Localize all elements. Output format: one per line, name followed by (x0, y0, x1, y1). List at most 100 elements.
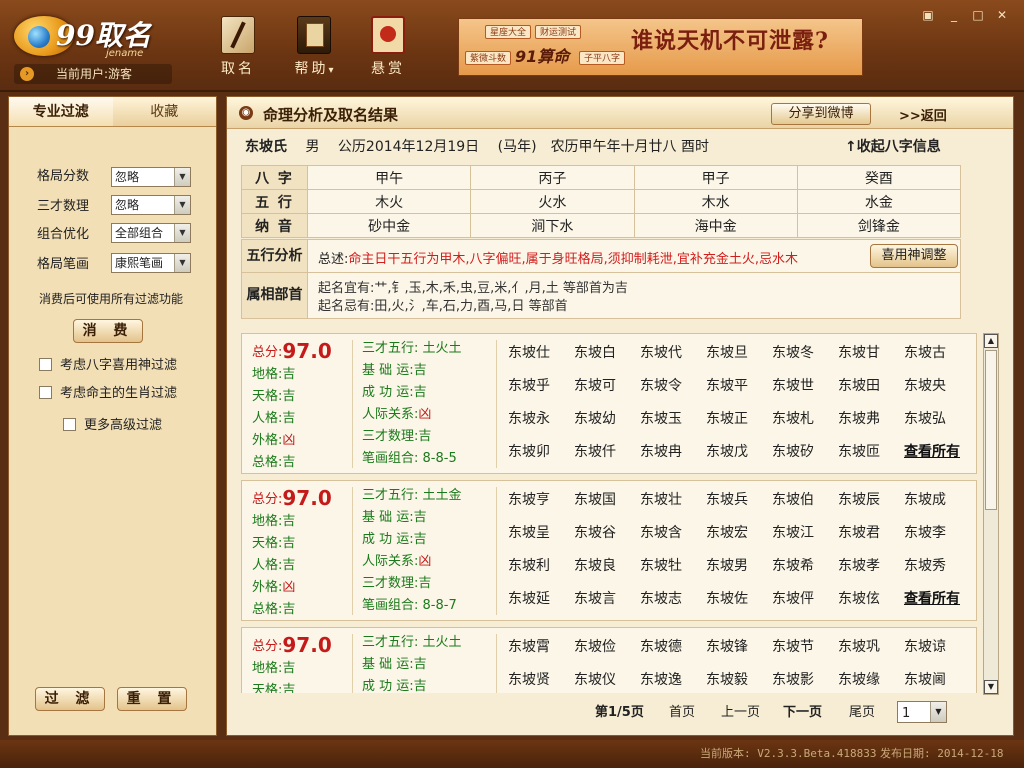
name-candidate[interactable]: 东坡锋 (706, 636, 772, 658)
minimize-icon[interactable]: _ (946, 8, 962, 22)
back-button[interactable]: >>返回 (899, 105, 947, 124)
name-candidate[interactable]: 东坡兵 (706, 489, 772, 511)
name-candidate[interactable]: 东坡霄 (508, 636, 574, 658)
name-candidate[interactable]: 东坡佐 (706, 588, 772, 610)
name-candidate[interactable]: 东坡良 (574, 555, 640, 577)
ad-banner[interactable]: 星座大全 财运测试 紫微斗数 91算命 子平八字 谁说天机不可泄露? (458, 18, 863, 76)
name-candidate[interactable]: 东坡缘 (838, 669, 904, 691)
name-candidate[interactable]: 东坡卯 (508, 441, 574, 463)
name-candidate[interactable]: 东坡令 (640, 375, 706, 397)
score-select[interactable]: 忽略 ▼ (111, 167, 191, 187)
maximize-icon[interactable]: □ (970, 8, 986, 22)
zodiac-filter-checkbox[interactable]: 考虑命主的生肖过滤 (39, 385, 177, 403)
name-candidate[interactable]: 东坡巩 (838, 636, 904, 658)
name-candidate[interactable]: 东坡正 (706, 408, 772, 430)
scrollbar[interactable]: ▲ ▼ (983, 333, 999, 695)
next-page-button[interactable]: 下一页 (783, 703, 822, 723)
name-candidate[interactable]: 东坡戊 (706, 441, 772, 463)
name-candidate[interactable]: 东坡志 (640, 588, 706, 610)
chevron-down-icon[interactable]: ▼ (174, 196, 190, 214)
name-candidate[interactable]: 东坡札 (772, 408, 838, 430)
name-candidate[interactable]: 东坡宏 (706, 522, 772, 544)
share-weibo-button[interactable]: 分享到微博 (771, 103, 871, 125)
advanced-filter-checkbox[interactable]: 更多高级过滤 (63, 417, 162, 435)
name-candidate[interactable]: 东坡江 (772, 522, 838, 544)
page-select[interactable]: 1 ▼ (897, 701, 947, 723)
tab-pro-filter[interactable]: 专业过滤 (9, 97, 113, 126)
name-candidate[interactable]: 东坡冬 (772, 342, 838, 364)
name-candidate[interactable]: 东坡含 (640, 522, 706, 544)
name-candidate[interactable]: 东坡玉 (640, 408, 706, 430)
name-candidate[interactable]: 东坡辰 (838, 489, 904, 511)
last-page-button[interactable]: 尾页 (849, 703, 875, 723)
name-candidate[interactable]: 东坡孝 (838, 555, 904, 577)
chevron-down-icon[interactable]: ▼ (930, 702, 946, 722)
filter-button[interactable]: 过 滤 (35, 687, 105, 711)
name-candidate[interactable]: 东坡俭 (574, 636, 640, 658)
name-candidate[interactable]: 东坡仕 (508, 342, 574, 364)
name-candidate[interactable]: 东坡弘 (904, 408, 970, 430)
name-candidate[interactable]: 东坡代 (640, 342, 706, 364)
name-candidate[interactable]: 东坡可 (574, 375, 640, 397)
name-candidate[interactable]: 东坡平 (706, 375, 772, 397)
name-candidate[interactable]: 东坡德 (640, 636, 706, 658)
name-candidate[interactable]: 东坡伭 (838, 588, 904, 610)
name-candidate[interactable]: 东坡男 (706, 555, 772, 577)
name-candidate[interactable]: 东坡亨 (508, 489, 574, 511)
name-candidate[interactable]: 东坡牡 (640, 555, 706, 577)
name-candidate[interactable]: 东坡呈 (508, 522, 574, 544)
scroll-thumb[interactable] (985, 350, 997, 510)
checkbox-box[interactable] (63, 418, 76, 431)
name-candidate[interactable]: 东坡秀 (904, 555, 970, 577)
name-candidate[interactable]: 东坡仪 (574, 669, 640, 691)
name-candidate[interactable]: 东坡言 (574, 588, 640, 610)
toolbar-reward-button[interactable]: 悬赏 (358, 16, 418, 78)
name-candidate[interactable]: 东坡伯 (772, 489, 838, 511)
name-candidate[interactable]: 东坡伻 (772, 588, 838, 610)
name-candidate[interactable]: 东坡甘 (838, 342, 904, 364)
name-candidate[interactable]: 东坡幼 (574, 408, 640, 430)
name-candidate[interactable]: 东坡冉 (640, 441, 706, 463)
view-all-link[interactable]: 查看所有 (904, 588, 970, 610)
sancai-select[interactable]: 忽略 ▼ (111, 195, 191, 215)
skin-icon[interactable]: ▣ (920, 8, 936, 22)
name-candidate[interactable]: 东坡乎 (508, 375, 574, 397)
name-candidate[interactable]: 东坡利 (508, 555, 574, 577)
view-all-link[interactable]: 查看所有 (904, 441, 970, 463)
name-candidate[interactable]: 东坡李 (904, 522, 970, 544)
name-candidate[interactable]: 东坡延 (508, 588, 574, 610)
first-page-button[interactable]: 首页 (669, 703, 695, 723)
name-candidate[interactable]: 东坡矽 (772, 441, 838, 463)
adjust-xiyongshen-button[interactable]: 喜用神调整 (870, 244, 958, 268)
chevron-down-icon[interactable]: ▼ (174, 254, 190, 272)
scroll-up-icon[interactable]: ▲ (984, 334, 998, 348)
stroke-select[interactable]: 康熙笔画 ▼ (111, 253, 191, 273)
name-candidate[interactable]: 东坡旦 (706, 342, 772, 364)
tab-favorites[interactable]: 收藏 (113, 97, 217, 126)
name-candidate[interactable]: 东坡成 (904, 489, 970, 511)
name-candidate[interactable]: 东坡仟 (574, 441, 640, 463)
name-candidate[interactable]: 东坡古 (904, 342, 970, 364)
name-candidate[interactable]: 东坡壮 (640, 489, 706, 511)
scroll-down-icon[interactable]: ▼ (984, 680, 998, 694)
name-candidate[interactable]: 东坡逸 (640, 669, 706, 691)
reset-button[interactable]: 重 置 (117, 687, 187, 711)
chevron-down-icon[interactable]: ▼ (174, 224, 190, 242)
name-candidate[interactable]: 东坡君 (838, 522, 904, 544)
prev-page-button[interactable]: 上一页 (721, 703, 760, 723)
chevron-down-icon[interactable]: ▼ (174, 168, 190, 186)
name-candidate[interactable]: 东坡永 (508, 408, 574, 430)
name-candidate[interactable]: 东坡毅 (706, 669, 772, 691)
consume-button[interactable]: 消 费 (73, 319, 143, 343)
name-candidate[interactable]: 东坡央 (904, 375, 970, 397)
bazi-filter-checkbox[interactable]: 考虑八字喜用神过滤 (39, 357, 177, 375)
name-candidate[interactable]: 东坡影 (772, 669, 838, 691)
name-candidate[interactable]: 东坡弗 (838, 408, 904, 430)
checkbox-box[interactable] (39, 386, 52, 399)
name-candidate[interactable]: 东坡节 (772, 636, 838, 658)
name-candidate[interactable]: 东坡希 (772, 555, 838, 577)
close-icon[interactable]: ✕ (994, 8, 1010, 22)
name-candidate[interactable]: 东坡匝 (838, 441, 904, 463)
collapse-bazi-button[interactable]: ↑收起八字信息 (845, 137, 941, 157)
name-candidate[interactable]: 东坡贤 (508, 669, 574, 691)
